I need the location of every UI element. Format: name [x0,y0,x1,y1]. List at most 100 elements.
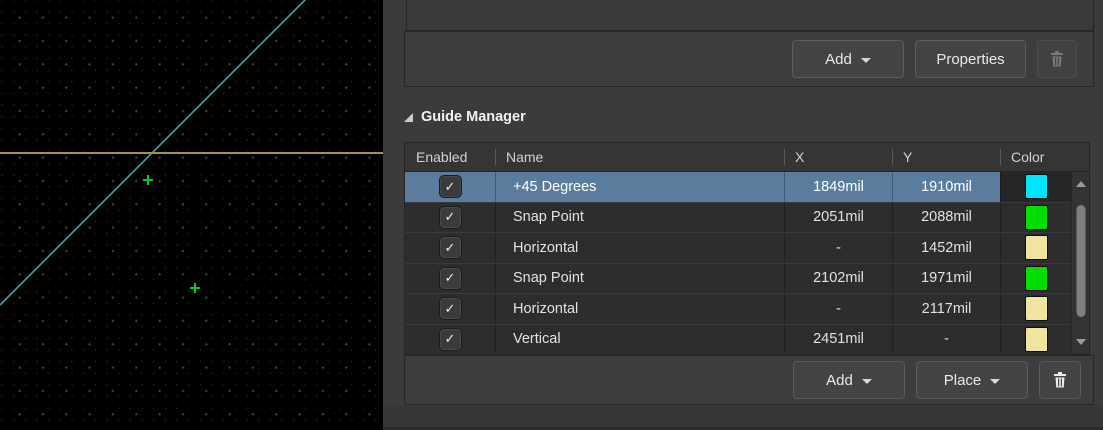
column-header-enabled[interactable]: Enabled [405,143,495,171]
y-cell[interactable]: 2117mil [892,294,1000,324]
color-swatch[interactable] [1025,266,1048,291]
enabled-checkbox[interactable]: ✓ [439,267,462,290]
guide-x: 2451mil [813,331,864,347]
trash-icon [1050,51,1064,67]
color-cell [1000,172,1071,202]
enabled-checkbox[interactable]: ✓ [439,297,462,320]
color-swatch[interactable] [1025,174,1048,199]
guide-manager-toolbar: Add Place [404,355,1094,405]
x-cell[interactable]: 2051mil [784,203,892,233]
guide-name: Vertical [513,331,561,347]
name-cell[interactable]: +45 Degrees [495,172,784,202]
color-swatch[interactable] [1025,327,1048,352]
guide-table-header: Enabled Name X Y Color [405,143,1089,172]
y-cell[interactable]: 1910mil [892,172,1000,202]
column-header-y[interactable]: Y [892,143,1000,171]
properties-button-label: Properties [936,51,1004,68]
guide-x: 2102mil [813,270,864,286]
guide-name: Horizontal [513,240,578,256]
delete-button [1037,40,1077,78]
chevron-down-icon [990,379,1000,384]
table-row[interactable]: ✓ Snap Point 2102mil 1971mil [405,263,1071,294]
scroll-down-icon[interactable] [1076,339,1086,345]
guide-y: 1452mil [921,240,972,256]
color-cell [1000,233,1071,263]
scrollbar-thumb[interactable] [1076,205,1085,317]
table-row[interactable]: ✓ Horizontal - 1452mil [405,232,1071,263]
chevron-down-icon [861,58,871,63]
properties-panel: Add Properties Guid [383,0,1103,430]
guide-name: Snap Point [513,209,584,225]
name-cell[interactable]: Vertical [495,325,784,355]
x-cell[interactable]: - [784,233,892,263]
section-title: Guide Manager [421,109,526,125]
checkmark-icon: ✓ [445,179,456,195]
name-cell[interactable]: Horizontal [495,294,784,324]
name-cell[interactable]: Horizontal [495,233,784,263]
color-cell [1000,264,1071,294]
checkmark-icon: ✓ [445,270,456,286]
checkmark-icon: ✓ [445,240,456,256]
enabled-checkbox[interactable]: ✓ [439,328,462,351]
table-row[interactable]: ✓ Vertical 2451mil - [405,324,1071,355]
color-cell [1000,294,1071,324]
table-row[interactable]: ✓ Snap Point 2051mil 2088mil [405,202,1071,233]
y-cell[interactable]: 1452mil [892,233,1000,263]
pcb-editor-window: Add Properties Guid [0,0,1103,430]
guide-y: 1971mil [921,270,972,286]
scroll-up-icon[interactable] [1076,181,1086,187]
column-header-x[interactable]: X [784,143,892,171]
column-header-name[interactable]: Name [495,143,784,171]
pcb-canvas[interactable] [0,0,383,430]
color-swatch[interactable] [1025,205,1048,230]
collapse-triangle-icon[interactable] [404,113,413,122]
guide-name: Snap Point [513,270,584,286]
guide-y: 2088mil [921,209,972,225]
snap-point-markers[interactable] [143,175,200,293]
add-guide-dropdown-button[interactable]: Add [793,361,905,399]
y-cell[interactable]: - [892,325,1000,355]
add-button-label: Add [825,51,852,68]
table-row[interactable]: ✓ Horizontal - 2117mil [405,293,1071,324]
x-cell[interactable]: 2102mil [784,264,892,294]
color-swatch[interactable] [1025,235,1048,260]
upper-section-toolbar: Add Properties [404,31,1094,87]
enabled-cell: ✓ [405,264,495,294]
enabled-checkbox[interactable]: ✓ [439,175,462,198]
name-cell[interactable]: Snap Point [495,203,784,233]
enabled-checkbox[interactable]: ✓ [439,236,462,259]
checkmark-icon: ✓ [445,209,456,225]
trash-icon [1053,372,1067,388]
delete-guide-button[interactable] [1039,361,1081,399]
color-swatch[interactable] [1025,296,1048,321]
enabled-cell: ✓ [405,233,495,263]
guide-y: 2117mil [922,301,972,317]
y-cell[interactable]: 1971mil [892,264,1000,294]
enabled-cell: ✓ [405,325,495,355]
y-cell[interactable]: 2088mil [892,203,1000,233]
checkmark-icon: ✓ [445,301,456,317]
upper-list-remnant [406,0,1094,31]
x-cell[interactable]: 1849mil [784,172,892,202]
table-scrollbar[interactable] [1071,172,1089,354]
guide-manager-section-header[interactable]: Guide Manager [404,109,526,125]
panel-footer-strip [383,405,1103,430]
enabled-checkbox[interactable]: ✓ [439,206,462,229]
table-row[interactable]: ✓ +45 Degrees 1849mil 1910mil [405,172,1071,202]
add-dropdown-button[interactable]: Add [792,40,904,78]
x-cell[interactable]: 2451mil [784,325,892,355]
properties-button[interactable]: Properties [915,40,1026,78]
enabled-cell: ✓ [405,172,495,202]
guide-x: - [836,301,841,317]
checkmark-icon: ✓ [445,331,456,347]
column-header-color[interactable]: Color [1000,143,1071,171]
place-dropdown-button[interactable]: Place [916,361,1028,399]
color-cell [1000,325,1071,355]
enabled-cell: ✓ [405,203,495,233]
x-cell[interactable]: - [784,294,892,324]
enabled-cell: ✓ [405,294,495,324]
name-cell[interactable]: Snap Point [495,264,784,294]
guide-table-rows: ✓ +45 Degrees 1849mil 1910mil ✓ Snap Poi… [405,172,1071,354]
chevron-down-icon [862,379,872,384]
guide-x: 2051mil [813,209,864,225]
